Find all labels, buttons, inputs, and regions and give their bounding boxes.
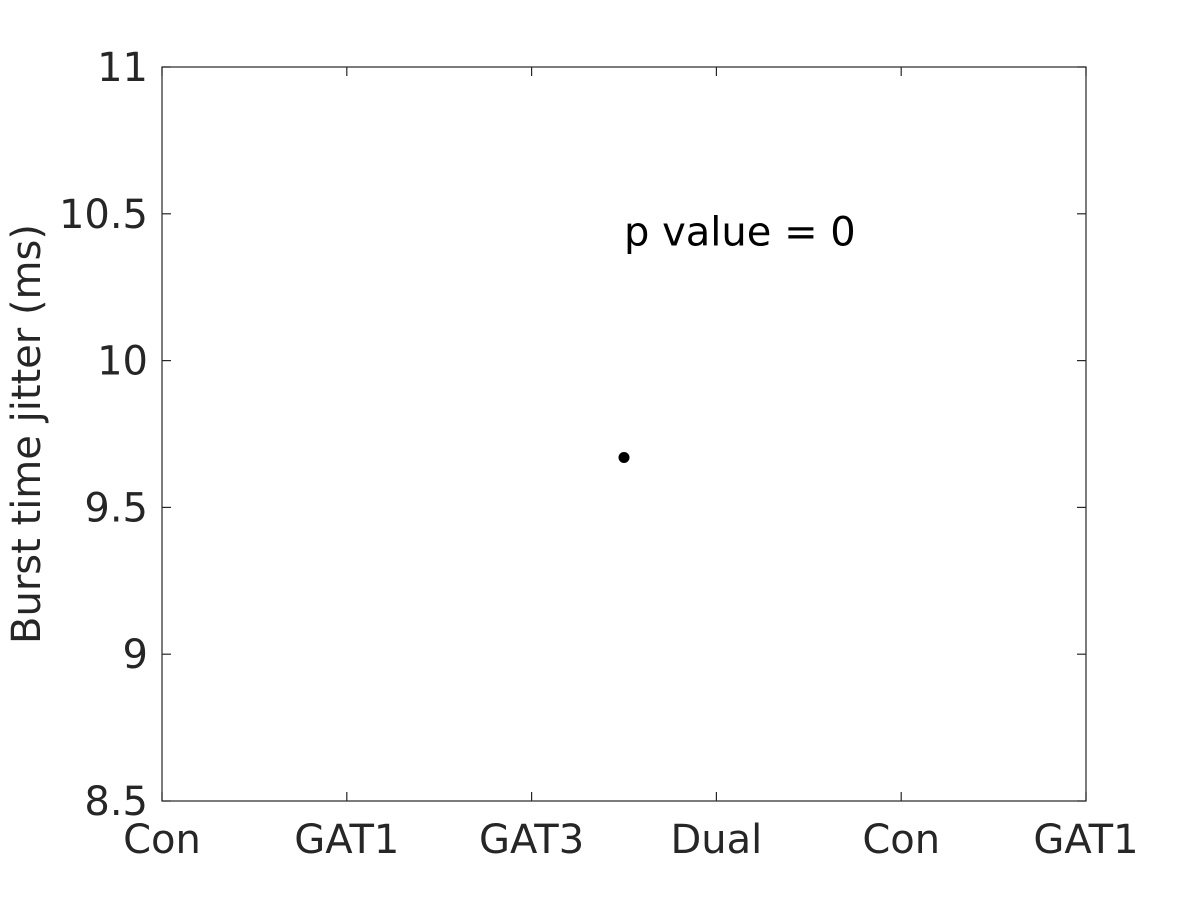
- x-tick-label: Con: [862, 817, 940, 863]
- chart: Con GAT1 GAT3 Dual Con GAT1 8.599.51010.511 B…: [4, 45, 1139, 863]
- plot-area: [161, 66, 1087, 802]
- x-tick-label: GAT3: [479, 817, 584, 863]
- x-tick-label: Dual: [671, 817, 763, 863]
- y-tick-label: 11: [97, 45, 148, 91]
- y-tick-label: 10.5: [59, 192, 148, 238]
- annotations: p value = 0: [624, 209, 856, 255]
- y-tick-label: 10: [97, 339, 148, 385]
- x-tick-label: GAT1: [1033, 817, 1138, 863]
- data-point: [618, 451, 630, 463]
- x-tick-label: GAT1: [294, 817, 399, 863]
- data-points: [618, 451, 630, 463]
- y-tick-label: 9: [123, 632, 148, 678]
- y-axis-label: Burst time jitter (ms): [4, 224, 50, 644]
- y-tick-label: 8.5: [84, 779, 148, 825]
- p-value-annotation: p value = 0: [624, 209, 856, 255]
- y-tick-label: 9.5: [84, 485, 148, 531]
